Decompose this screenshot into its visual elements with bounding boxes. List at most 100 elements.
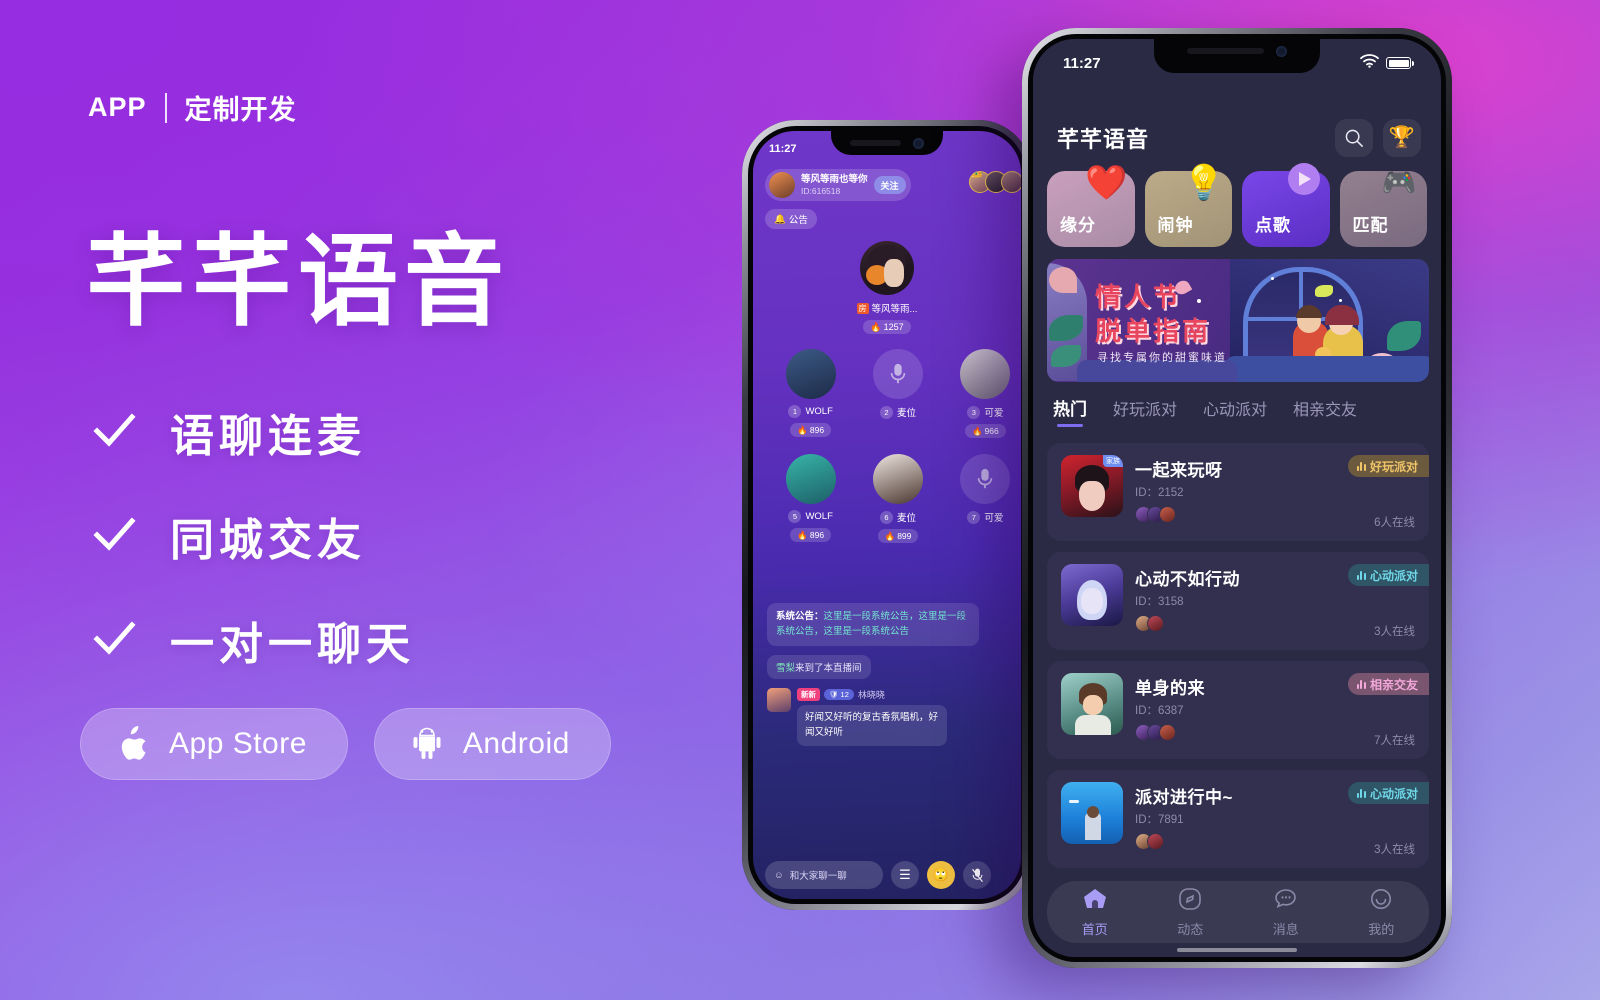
quick-entry-pipei[interactable]: 🎮 匹配	[1339, 167, 1427, 247]
seat-item[interactable]: 3 可爱 🔥 966	[942, 349, 1021, 438]
search-icon[interactable]	[1335, 119, 1373, 157]
viewer-avatars[interactable]: 👑	[969, 171, 1021, 193]
smile-icon: ☺	[774, 869, 784, 881]
seat-label-row: 7 可爱	[967, 510, 1003, 524]
app-store-button[interactable]: App Store	[80, 708, 348, 780]
seat-hot: 🔥 899	[877, 529, 919, 543]
promo-banner[interactable]: 情人节 脱单指南 寻找专属你的甜蜜味道	[1047, 259, 1429, 382]
seat-item[interactable]: 7 可爱	[942, 454, 1021, 543]
seat-item[interactable]: 6 麦位 🔥 899	[854, 454, 941, 543]
list-item: 同城交友	[92, 504, 415, 568]
banner-line2: 脱单指南	[1095, 316, 1212, 346]
seat-hot	[891, 424, 905, 438]
room-owner-card[interactable]: 等风等雨也等你 ID:616518 关注	[765, 169, 911, 201]
list-item[interactable]: 单身的来 ID：6387 相亲交友 7人在线	[1047, 661, 1429, 759]
room-notice-label: 公告	[788, 215, 808, 226]
seat-label-row: 6 麦位	[879, 510, 916, 524]
list-item: 一对一聊天	[92, 608, 415, 672]
tab-dating[interactable]: 相亲交友	[1293, 396, 1357, 427]
list-item[interactable]: 家族 一起来玩呀 ID：2152 好玩派对 6人在线	[1047, 443, 1429, 541]
follow-button[interactable]: 关注	[873, 176, 906, 194]
host-seat[interactable]: 房 等风等雨... 🔥 1257	[753, 241, 1021, 334]
room-id: ID：6387	[1135, 705, 1184, 717]
front-phone-mockup: 11:27 芊芊语音 🏆 ❤️ 缘分 💡 闹钟 点歌 🎮 匹配 情人节 脱单指南…	[1022, 28, 1452, 968]
room-cover	[1061, 782, 1123, 844]
avatar	[769, 172, 795, 198]
crown-icon: 👑	[970, 172, 984, 179]
mic-off-icon[interactable]	[963, 861, 991, 889]
home-icon	[1082, 887, 1108, 916]
seat-hot: 🔥 896	[790, 528, 832, 542]
page-title: 芊芊语音	[86, 226, 510, 338]
tab-heart-party[interactable]: 心动派对	[1203, 396, 1267, 427]
category-tabs: 热门 好玩派对 心动派对 相亲交友	[1033, 395, 1441, 427]
avatar	[1147, 615, 1164, 632]
host-hot-value: 🔥 1257	[863, 320, 911, 334]
shield-icon: 🛡	[829, 690, 839, 700]
nav-item-moments[interactable]: 动态	[1143, 887, 1239, 938]
android-icon	[409, 724, 445, 764]
heart-icon: ❤️	[1085, 164, 1128, 202]
host-name: 等风等雨...	[871, 304, 918, 315]
front-phone-screen: 11:27 芊芊语音 🏆 ❤️ 缘分 💡 闹钟 点歌 🎮 匹配 情人节 脱单指南…	[1033, 39, 1441, 957]
seat-item[interactable]: 1 WOLF 🔥 896	[767, 349, 854, 438]
quick-entry-naozhong[interactable]: 💡 闹钟	[1144, 164, 1232, 247]
android-button[interactable]: Android	[373, 708, 611, 780]
tab-hot[interactable]: 热门	[1053, 395, 1087, 427]
avatar	[767, 688, 791, 713]
room-owner-row: 等风等雨也等你 ID:616518 关注	[765, 169, 911, 201]
seat-item[interactable]: 5 WOLF 🔥 896	[767, 454, 854, 543]
fire-icon: 🔥	[797, 529, 808, 540]
nav-item-messages[interactable]: 消息	[1238, 887, 1334, 938]
seat-name: WOLF	[805, 511, 833, 522]
check-icon	[92, 514, 136, 558]
nav-item-home[interactable]: 首页	[1047, 887, 1143, 938]
room-online-count: 6人在线	[1374, 517, 1415, 529]
system-message-prefix: 系统公告：	[776, 611, 824, 622]
room-cover	[1061, 673, 1123, 735]
seat-item[interactable]: 2 麦位	[854, 349, 941, 438]
room-id: ID：3158	[1135, 596, 1184, 608]
quick-entry-diange[interactable]: 点歌	[1242, 163, 1330, 247]
menu-icon[interactable]: ☰	[891, 861, 919, 889]
trophy-icon[interactable]: 🏆	[1383, 119, 1421, 157]
banner-line1: 情人节	[1095, 282, 1183, 312]
feature-label: 同城交友	[170, 516, 366, 565]
seat-name: 可爱	[984, 513, 1004, 524]
avatar	[785, 454, 836, 504]
room-bottom-bar: ☺ 和大家聊一聊 ☰ 🙄	[753, 861, 1021, 889]
status-badge: 好玩派对	[1347, 455, 1429, 477]
eyebrow-divider	[164, 92, 167, 123]
tab-fun-party[interactable]: 好玩派对	[1113, 396, 1177, 427]
avatar	[1001, 171, 1021, 193]
seat-number: 2	[879, 405, 893, 419]
quick-entry-yuanfen[interactable]: ❤️ 缘分	[1047, 164, 1135, 247]
list-item[interactable]: 心动不如行动 ID：3158 心动派对 3人在线	[1047, 552, 1429, 650]
feature-label: 语聊连麦	[170, 412, 366, 461]
system-message: 系统公告：这里是一段系统公告，这里是一段系统公告，这里是一段系统公告	[767, 603, 979, 647]
play-icon	[1278, 159, 1326, 207]
emoji-icon[interactable]: 🙄	[927, 861, 955, 889]
chat-feed[interactable]: 系统公告：这里是一段系统公告，这里是一段系统公告，这里是一段系统公告 雪梨来到了…	[767, 603, 979, 746]
bars-icon	[1356, 679, 1366, 689]
status-time: 11:27	[769, 143, 797, 155]
seat-name: 麦位	[896, 408, 916, 419]
feature-label: 一对一聊天	[170, 620, 415, 669]
eyebrow: APP 定制开发	[88, 88, 297, 127]
room-notice-button[interactable]: 🔔 公告	[765, 209, 817, 229]
nav-label: 动态	[1177, 921, 1204, 937]
status-badge: 相亲交友	[1347, 673, 1429, 695]
nav-item-profile[interactable]: 我的	[1334, 887, 1430, 938]
fire-icon: 🔥	[870, 321, 882, 332]
nav-label: 我的	[1368, 921, 1395, 937]
room-owner-id: ID:616518	[801, 185, 841, 196]
chat-message-author: 林晓晓	[857, 690, 885, 701]
list-item[interactable]: 派对进行中~ ID：7891 心动派对 3人在线	[1047, 770, 1429, 868]
back-phone-screen: 11:27 等风等雨也等你 ID:616518 关注 👑	[753, 131, 1021, 899]
room-id: ID：2152	[1135, 487, 1184, 499]
list-item: 语聊连麦	[92, 400, 415, 464]
chat-input[interactable]: ☺ 和大家聊一聊	[765, 861, 883, 889]
store-buttons: App Store Android	[80, 708, 611, 780]
eyebrow-custom-dev: 定制开发	[184, 95, 297, 125]
bottom-nav: 首页 动态 消息 我的	[1047, 881, 1429, 943]
